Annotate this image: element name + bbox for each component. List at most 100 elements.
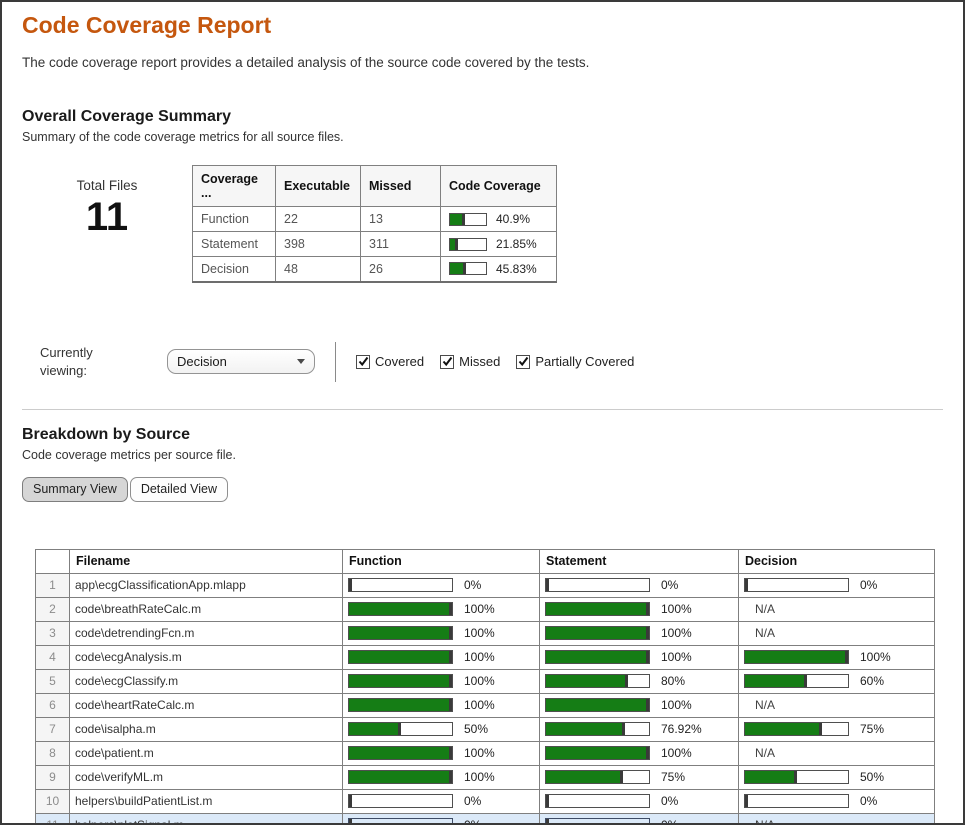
breakdown-heading: Breakdown by Source bbox=[22, 426, 963, 444]
metric-dropdown[interactable]: Decision bbox=[167, 349, 315, 374]
summary-executable-count: 398 bbox=[276, 232, 361, 257]
coverage-percent-label: 100% bbox=[464, 602, 495, 616]
filter-checkbox-covered[interactable]: Covered bbox=[356, 354, 424, 369]
coverage-bar-fill bbox=[745, 579, 748, 591]
coverage-bar bbox=[545, 602, 650, 616]
coverage-bar-fill bbox=[745, 675, 807, 687]
coverage-bar bbox=[449, 262, 487, 275]
coverage-bar bbox=[744, 794, 849, 808]
coverage-bar bbox=[744, 722, 849, 736]
metric-cell: 100% bbox=[540, 645, 739, 669]
coverage-bar-fill bbox=[546, 627, 649, 639]
checkbox-icon bbox=[356, 355, 370, 369]
metric-cell: 75% bbox=[739, 717, 935, 741]
coverage-percent-label: 0% bbox=[464, 794, 481, 808]
coverage-percent-label: 60% bbox=[860, 674, 884, 688]
chevron-down-icon bbox=[297, 359, 305, 364]
coverage-bar-fill bbox=[349, 747, 452, 759]
coverage-bar-fill bbox=[349, 675, 452, 687]
summary-metric-name: Function bbox=[193, 207, 276, 232]
metric-cell: 0% bbox=[540, 789, 739, 813]
summary-column-header: Coverage ... bbox=[193, 166, 276, 207]
metric-cell: 75% bbox=[540, 765, 739, 789]
filename-cell: code\heartRateCalc.m bbox=[70, 693, 343, 717]
coverage-summary-table: Coverage ...ExecutableMissedCode Coverag… bbox=[192, 165, 557, 283]
table-row[interactable]: 11helpers\plotSignal.m0%0%N/A bbox=[36, 813, 935, 825]
metric-cell: 80% bbox=[540, 669, 739, 693]
coverage-bar bbox=[348, 722, 453, 736]
filename-cell: app\ecgClassificationApp.mlapp bbox=[70, 573, 343, 597]
check-icon bbox=[518, 356, 529, 367]
metric-cell: 100% bbox=[343, 597, 540, 621]
view-tabs: Summary ViewDetailed View bbox=[22, 477, 963, 502]
checkbox-icon bbox=[516, 355, 530, 369]
breakdown-table-body: 1app\ecgClassificationApp.mlapp0%0%0%2co… bbox=[36, 573, 935, 825]
table-row[interactable]: 3code\detrendingFcn.m100%100%N/A bbox=[36, 621, 935, 645]
coverage-percent-label: 100% bbox=[661, 602, 692, 616]
coverage-percent-label: 100% bbox=[661, 650, 692, 664]
metric-cell: 0% bbox=[540, 573, 739, 597]
filter-checkbox-partially-covered[interactable]: Partially Covered bbox=[516, 354, 634, 369]
filename-cell: code\isalpha.m bbox=[70, 717, 343, 741]
coverage-bar-fill bbox=[546, 771, 623, 783]
table-row[interactable]: 1app\ecgClassificationApp.mlapp0%0%0% bbox=[36, 573, 935, 597]
coverage-bar-fill bbox=[349, 723, 401, 735]
coverage-percent-label: 100% bbox=[464, 746, 495, 760]
coverage-bar-fill bbox=[546, 579, 549, 591]
table-row[interactable]: 2code\breathRateCalc.m100%100%N/A bbox=[36, 597, 935, 621]
coverage-bar bbox=[545, 698, 650, 712]
table-row[interactable]: 8code\patient.m100%100%N/A bbox=[36, 741, 935, 765]
summary-row: Function221340.9% bbox=[193, 207, 557, 232]
coverage-bar-fill bbox=[745, 771, 797, 783]
row-number: 7 bbox=[36, 717, 70, 741]
tab-summary-view[interactable]: Summary View bbox=[22, 477, 128, 502]
coverage-bar bbox=[545, 578, 650, 592]
filename-cell: code\patient.m bbox=[70, 741, 343, 765]
coverage-bar bbox=[545, 794, 650, 808]
coverage-bar bbox=[449, 213, 487, 226]
coverage-percent-label: 100% bbox=[860, 650, 891, 664]
coverage-percent-label: 100% bbox=[661, 626, 692, 640]
na-label: N/A bbox=[744, 698, 775, 712]
coverage-bar-fill bbox=[546, 675, 628, 687]
summary-table-body: Function221340.9%Statement39831121.85%De… bbox=[193, 207, 557, 282]
metric-cell: 0% bbox=[343, 789, 540, 813]
coverage-percent-label: 50% bbox=[464, 722, 488, 736]
coverage-bar-fill bbox=[349, 699, 452, 711]
filename-cell: code\verifyML.m bbox=[70, 765, 343, 789]
coverage-percent-label: 0% bbox=[661, 818, 678, 825]
tab-detailed-view[interactable]: Detailed View bbox=[130, 477, 228, 502]
metric-cell: 100% bbox=[343, 669, 540, 693]
coverage-percent-label: 0% bbox=[464, 818, 481, 825]
coverage-bar-fill bbox=[546, 795, 549, 807]
coverage-bar bbox=[744, 770, 849, 784]
coverage-percent-label: 0% bbox=[860, 794, 877, 808]
table-row[interactable]: 7code\isalpha.m50%76.92%75% bbox=[36, 717, 935, 741]
coverage-bar-fill bbox=[349, 603, 452, 615]
coverage-percent-label: 0% bbox=[661, 794, 678, 808]
table-row[interactable]: 9code\verifyML.m100%75%50% bbox=[36, 765, 935, 789]
overall-summary-heading: Overall Coverage Summary bbox=[22, 108, 963, 126]
filter-checkbox-label: Missed bbox=[459, 354, 500, 369]
coverage-bar bbox=[348, 770, 453, 784]
row-number: 11 bbox=[36, 813, 70, 825]
summary-column-header: Code Coverage bbox=[441, 166, 557, 207]
coverage-bar-fill bbox=[546, 699, 649, 711]
table-row[interactable]: 10helpers\buildPatientList.m0%0%0% bbox=[36, 789, 935, 813]
table-row[interactable]: 5code\ecgClassify.m100%80%60% bbox=[36, 669, 935, 693]
table-row[interactable]: 6code\heartRateCalc.m100%100%N/A bbox=[36, 693, 935, 717]
filter-checkbox-missed[interactable]: Missed bbox=[440, 354, 500, 369]
coverage-bar-fill bbox=[546, 723, 625, 735]
metric-cell: N/A bbox=[739, 693, 935, 717]
table-row[interactable]: 4code\ecgAnalysis.m100%100%100% bbox=[36, 645, 935, 669]
na-label: N/A bbox=[744, 746, 775, 760]
metric-cell: N/A bbox=[739, 597, 935, 621]
coverage-bar-fill bbox=[450, 214, 465, 225]
summary-missed-count: 26 bbox=[361, 257, 441, 282]
summary-row: Statement39831121.85% bbox=[193, 232, 557, 257]
coverage-bar-fill bbox=[349, 819, 352, 825]
coverage-bar bbox=[348, 794, 453, 808]
metric-cell: 100% bbox=[343, 645, 540, 669]
coverage-percent-label: 100% bbox=[464, 650, 495, 664]
total-files-label: Total Files bbox=[22, 178, 192, 193]
